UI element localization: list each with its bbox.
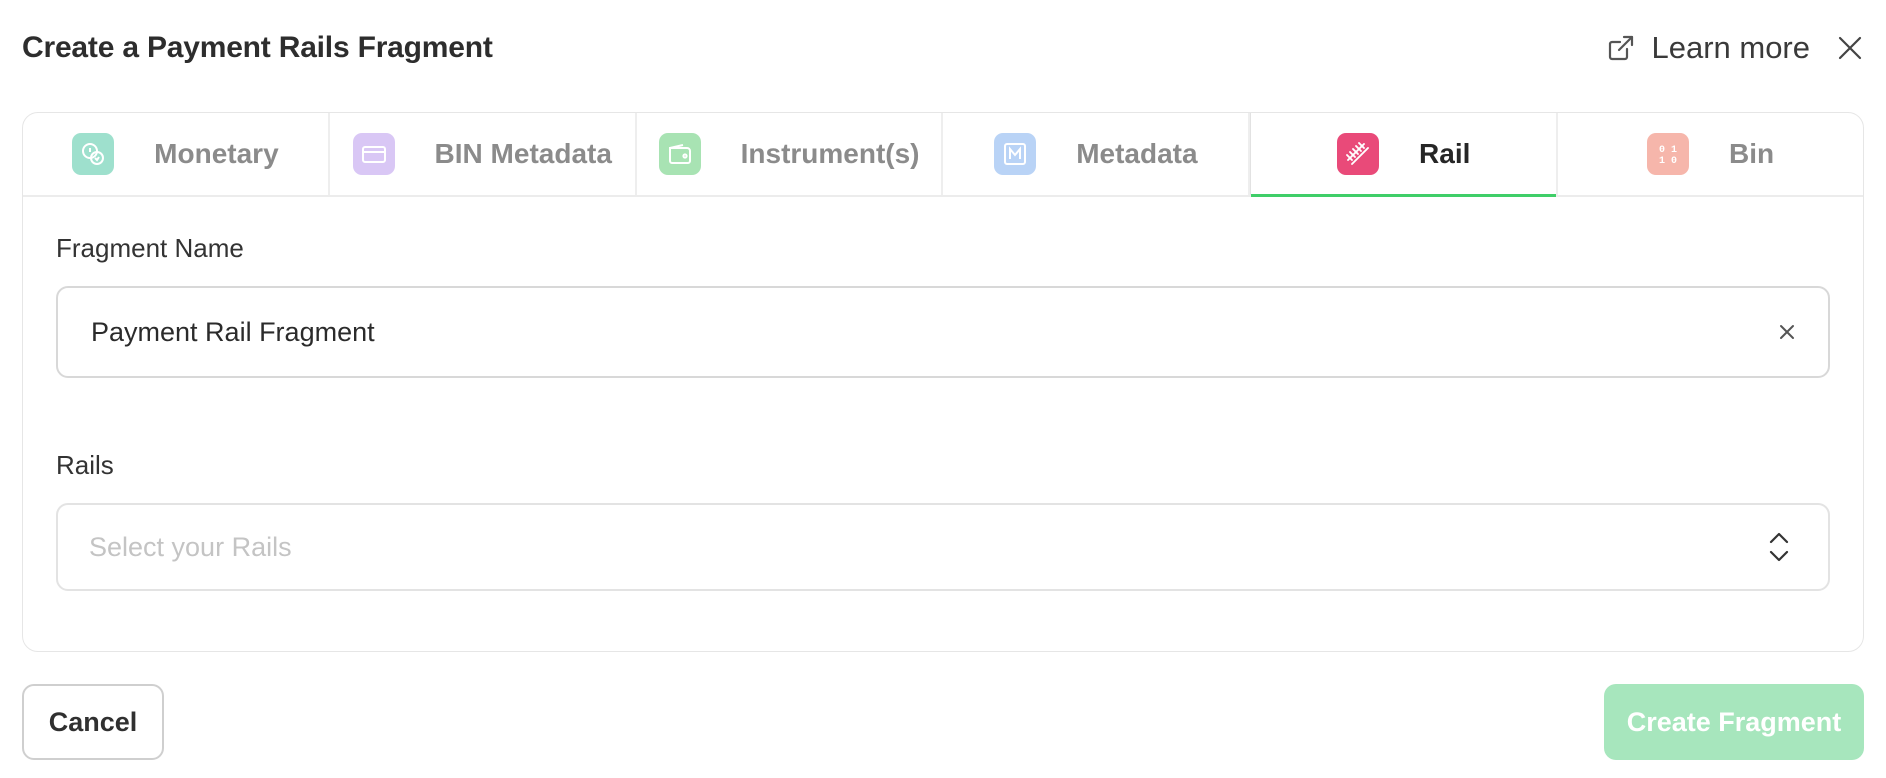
create-fragment-dialog: Create a Payment Rails Fragment Learn mo…	[0, 0, 1886, 778]
dialog-title: Create a Payment Rails Fragment	[22, 31, 493, 64]
fragment-name-input[interactable]: Payment Rail Fragment	[56, 286, 1830, 378]
tab-label: Rail	[1419, 138, 1471, 169]
external-link-icon	[1607, 34, 1635, 62]
metadata-icon	[994, 133, 1037, 175]
rails-placeholder: Select your Rails	[89, 531, 292, 562]
chevron-up-down-icon	[1768, 531, 1790, 563]
tab-label: Instrument(s)	[740, 138, 920, 169]
binary-icon: 0 1 1 0	[1647, 133, 1689, 175]
fragment-tabs: Monetary BIN Metadata Instrument(s) Meta…	[23, 113, 1863, 197]
wallet-icon	[658, 133, 701, 175]
learn-more-link[interactable]: Learn more	[1607, 30, 1810, 66]
monetary-icon	[72, 133, 115, 175]
tab-label: Metadata	[1076, 138, 1198, 169]
create-fragment-button[interactable]: Create Fragment	[1604, 684, 1864, 760]
tab-metadata[interactable]: Metadata	[943, 113, 1251, 195]
fragment-form: Fragment Name Payment Rail Fragment Rail…	[23, 197, 1863, 591]
card-icon	[352, 133, 395, 175]
rail-icon	[1337, 133, 1380, 175]
tab-instruments[interactable]: Instrument(s)	[637, 113, 944, 195]
header-actions: Learn more	[1607, 30, 1864, 66]
field-spacer	[56, 378, 1831, 450]
fragment-card: Monetary BIN Metadata Instrument(s) Meta…	[22, 112, 1864, 652]
rails-select[interactable]: Select your Rails	[56, 503, 1830, 591]
tab-label: Monetary	[154, 138, 279, 169]
fragment-name-value: Payment Rail Fragment	[91, 316, 375, 347]
tab-bin-metadata[interactable]: BIN Metadata	[330, 113, 637, 195]
learn-more-label: Learn more	[1651, 30, 1810, 65]
rails-label: Rails	[56, 450, 114, 480]
close-icon[interactable]	[1836, 34, 1864, 62]
fragment-name-label: Fragment Name	[56, 233, 244, 263]
tab-rail[interactable]: Rail	[1250, 113, 1559, 197]
tab-bin[interactable]: 0 1 1 0 Bin	[1558, 113, 1863, 195]
tab-label: BIN Metadata	[434, 138, 612, 169]
svg-text:0 1: 0 1	[1659, 145, 1677, 156]
tab-label: Bin	[1729, 138, 1775, 169]
clear-icon[interactable]	[1778, 323, 1796, 341]
svg-text:1 0: 1 0	[1659, 156, 1677, 167]
dialog-header: Create a Payment Rails Fragment Learn mo…	[22, 0, 1864, 96]
tab-monetary[interactable]: Monetary	[23, 113, 330, 195]
cancel-button[interactable]: Cancel	[22, 684, 164, 760]
